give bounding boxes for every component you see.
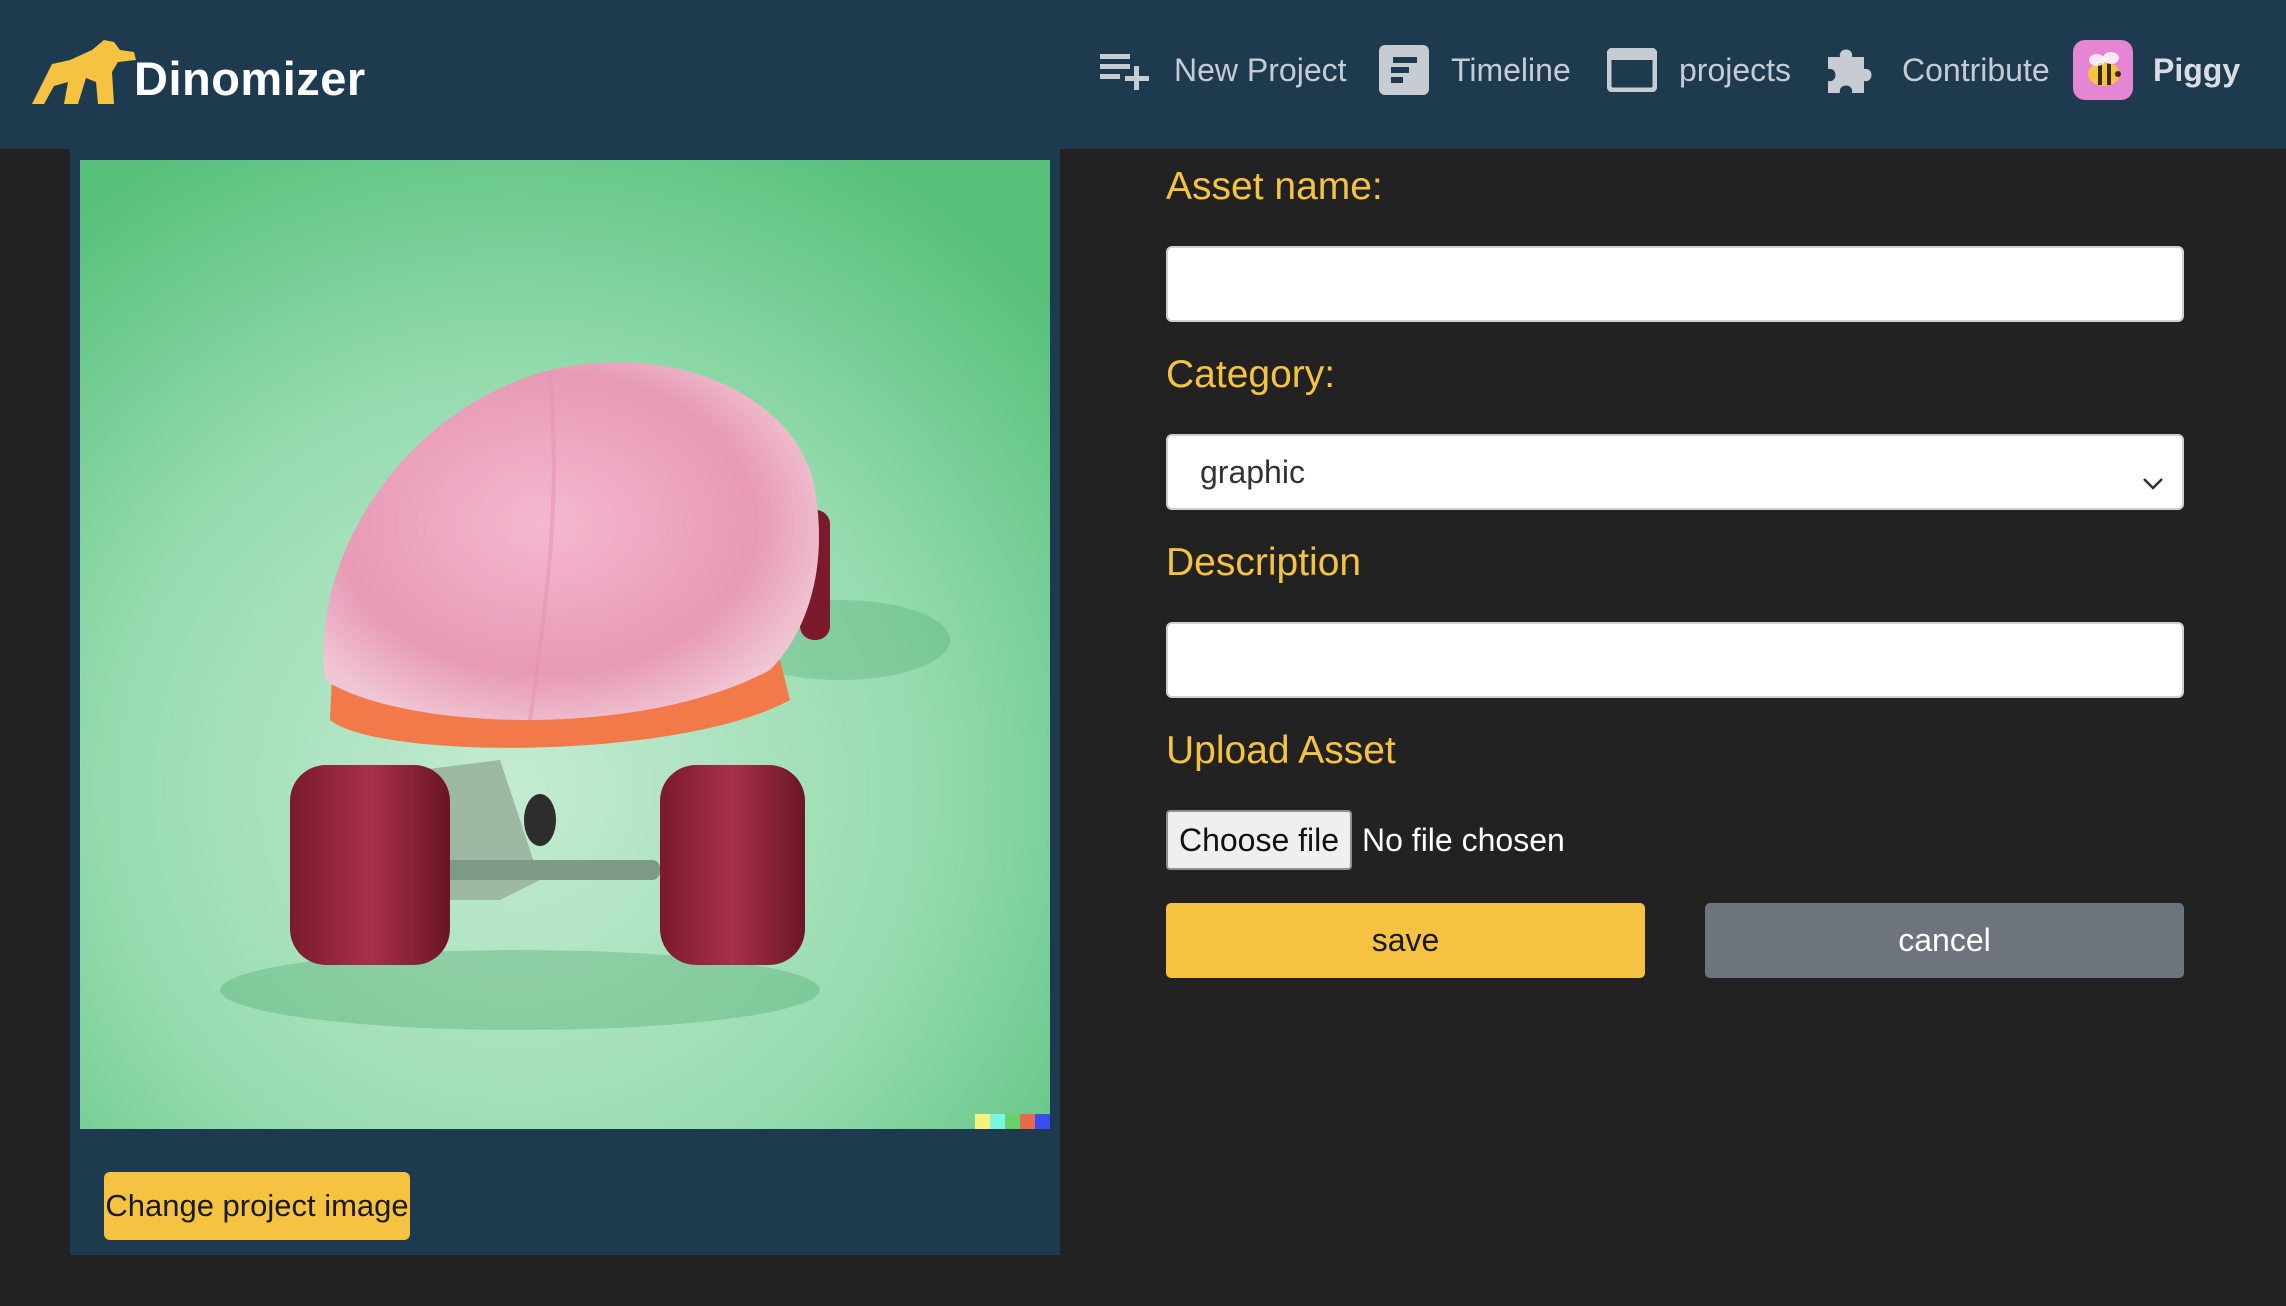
category-selected-value: graphic bbox=[1200, 453, 1305, 490]
bee-avatar-icon bbox=[2073, 40, 2133, 100]
save-button[interactable]: save bbox=[1166, 903, 1645, 978]
skateboard-illustration bbox=[80, 160, 1050, 1129]
window-icon bbox=[1607, 48, 1657, 92]
playlist-add-icon bbox=[1098, 50, 1152, 90]
nav-timeline[interactable]: Timeline bbox=[1379, 40, 1571, 100]
nav-projects-label: projects bbox=[1679, 51, 1792, 88]
category-select[interactable]: graphic bbox=[1166, 434, 2184, 510]
timeline-icon bbox=[1379, 45, 1429, 95]
description-input[interactable] bbox=[1166, 622, 2184, 698]
avatar bbox=[2073, 40, 2133, 100]
cancel-button[interactable]: cancel bbox=[1705, 903, 2184, 978]
nav-new-project-label: New Project bbox=[1174, 51, 1347, 88]
chevron-down-icon bbox=[2142, 462, 2164, 499]
nav-projects[interactable]: projects bbox=[1607, 40, 1791, 100]
dino-logo-icon bbox=[32, 40, 136, 104]
project-image bbox=[80, 160, 1050, 1129]
nav-contribute-label: Contribute bbox=[1902, 51, 2050, 88]
puzzle-icon bbox=[1822, 41, 1880, 99]
category-label: Category: bbox=[1166, 353, 1336, 396]
user-name: Piggy bbox=[2153, 51, 2241, 88]
nav-user-profile[interactable]: Piggy bbox=[2073, 40, 2240, 100]
brand-name: Dinomizer bbox=[134, 52, 366, 105]
description-label: Description bbox=[1166, 541, 1362, 584]
nav-new-project[interactable]: New Project bbox=[1098, 40, 1347, 100]
file-upload-field: Choose file No file chosen bbox=[1166, 810, 1565, 870]
asset-name-input[interactable] bbox=[1166, 246, 2184, 322]
project-image-panel: Change project image bbox=[70, 149, 1060, 1255]
file-status-text: No file chosen bbox=[1362, 821, 1565, 858]
nav-timeline-label: Timeline bbox=[1451, 51, 1571, 88]
top-navbar: Dinomizer New Project Timeline projects … bbox=[0, 0, 2286, 149]
choose-file-button[interactable]: Choose file bbox=[1166, 810, 1352, 870]
dinomizer-logo[interactable]: Dinomizer bbox=[30, 38, 366, 105]
asset-name-label: Asset name: bbox=[1166, 165, 1383, 208]
change-project-image-button[interactable]: Change project image bbox=[104, 1172, 410, 1240]
nav-contribute[interactable]: Contribute bbox=[1822, 40, 2050, 100]
upload-asset-label: Upload Asset bbox=[1166, 729, 1396, 772]
